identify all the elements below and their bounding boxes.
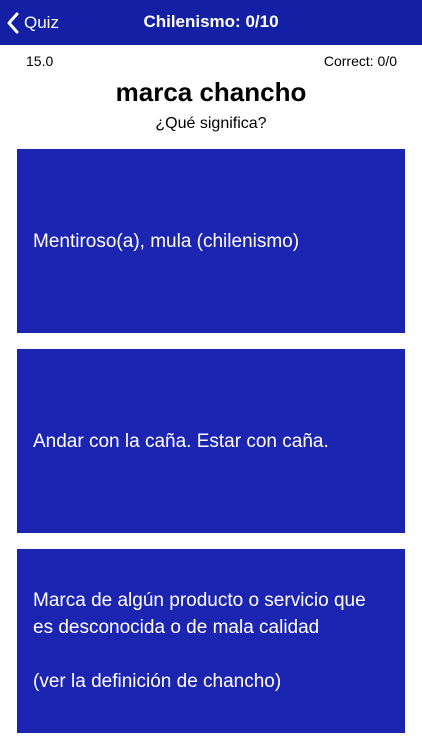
answer-option-3[interactable]: Marca de algún producto o servicio que e… [17,549,405,733]
quiz-screen: Quiz Chilenismo: 0/10 15.0 Correct: 0/0 … [0,0,422,750]
answer-option-1[interactable]: Mentiroso(a), mula (chilenismo) [17,149,405,333]
score-counter: Correct: 0/0 [323,53,397,69]
answer-option-text: Mentiroso(a), mula (chilenismo) [33,230,300,252]
status-row: 15.0 Correct: 0/0 [26,53,397,71]
timer: 15.0 [26,53,54,69]
quiz-prompt: ¿Qué significa? [155,115,267,132]
nav-title: Chilenismo: 0/10 [143,12,279,31]
answer-option-text: Andar con la caña. Estar con caña. [33,430,329,452]
answer-option-text: Marca de algún producto o servicio que e… [33,590,366,692]
quiz-term: marca chancho [115,77,307,107]
navigation-bar: Quiz Chilenismo: 0/10 [0,0,422,45]
answer-option-2[interactable]: Andar con la caña. Estar con caña. [17,349,405,533]
